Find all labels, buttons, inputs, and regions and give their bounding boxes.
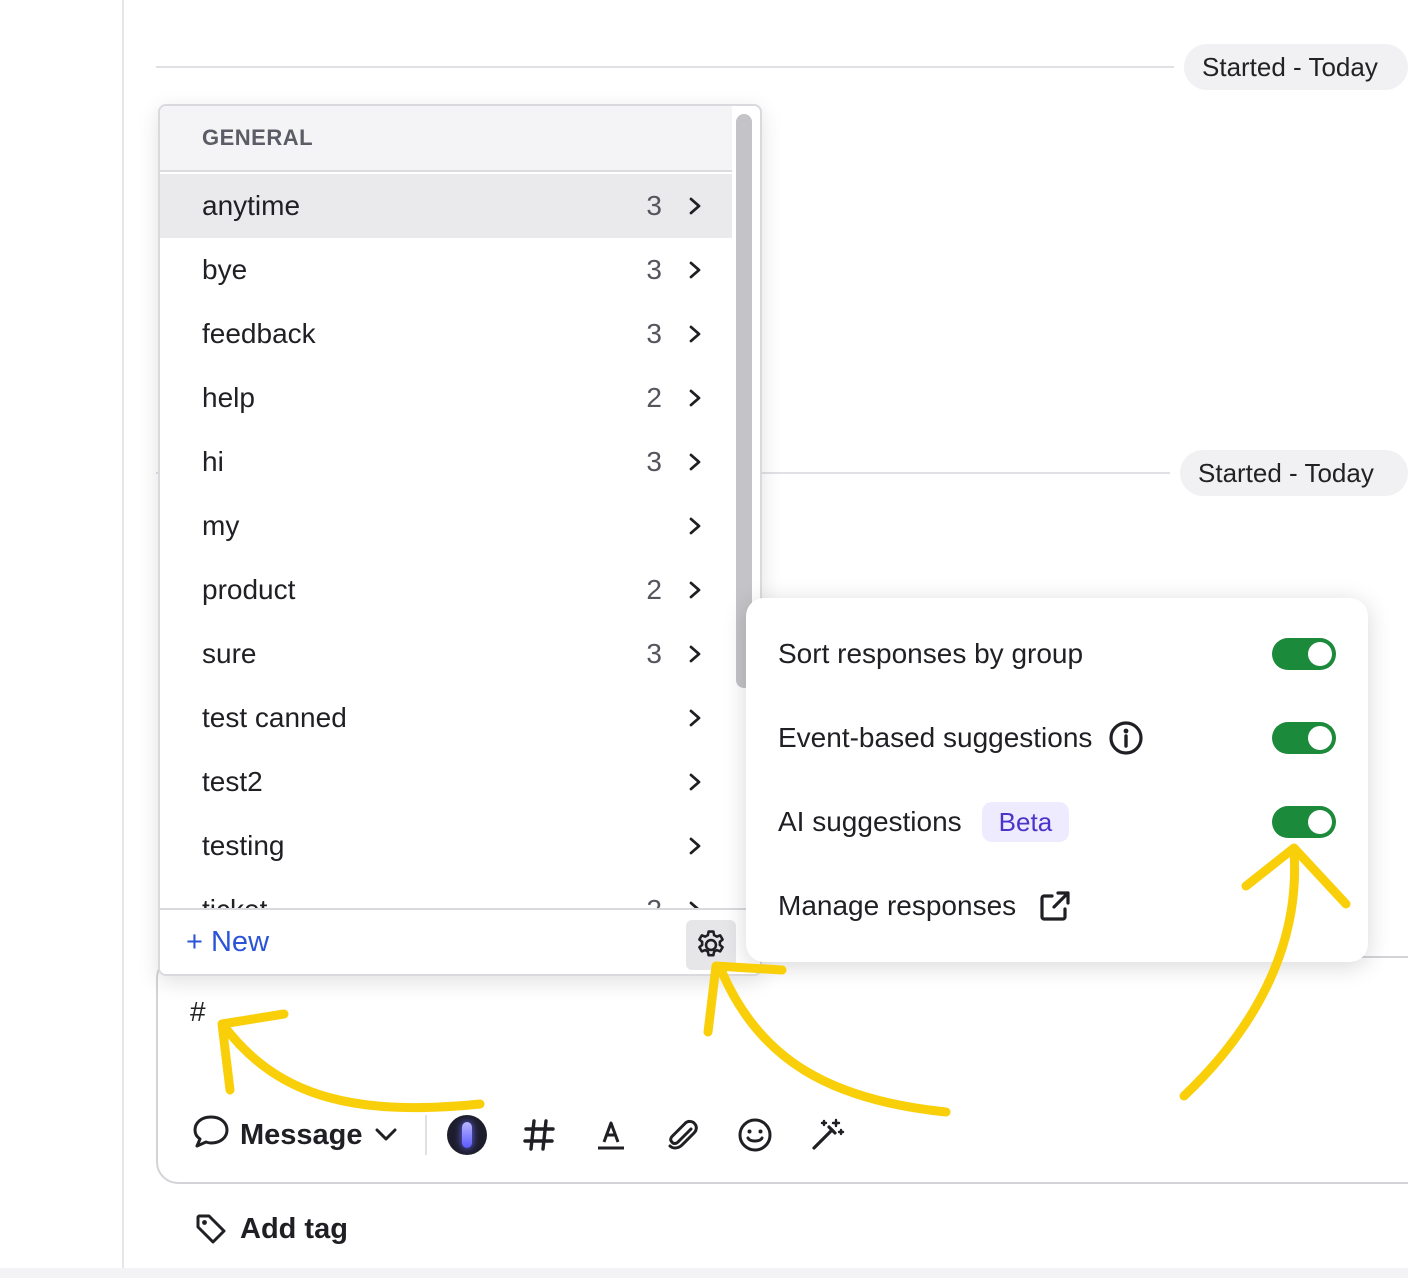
canned-response-label: anytime [202,190,301,221]
section-header-general: GENERAL [160,106,732,172]
event-based-suggestions-toggle[interactable] [1272,722,1336,754]
setting-label: Manage responses [778,890,1017,921]
canned-response-list: anytime 3 bye 3 feedback 3 help 2 hi 3 my product 2 s… [160,174,732,908]
new-response-button[interactable]: + New [186,926,269,959]
canned-response-item-sure[interactable]: sure 3 [160,622,732,686]
chevron-down-icon [373,1119,399,1152]
setting-sort-by-group: Sort responses by group [778,629,1083,679]
chevron-right-icon [689,261,701,279]
canned-response-item-help[interactable]: help 2 [160,366,732,430]
canned-response-label: help [202,382,255,413]
emoji-icon [738,1118,772,1152]
chevron-right-icon [689,901,699,908]
composer-toolbar: Message [192,1110,877,1160]
canned-response-item-anytime[interactable]: anytime 3 [160,174,732,238]
canned-response-item-hi[interactable]: hi 3 [160,430,732,494]
gear-icon [698,930,724,957]
canned-response-item-bye[interactable]: bye 3 [160,238,732,302]
canned-response-item-test2[interactable]: test2 [160,750,732,814]
canned-responses-dropdown: GENERAL anytime 3 bye 3 feedback 3 help 2 hi 3 my p… [158,104,762,976]
started-badge: Started - Today [1184,44,1408,90]
add-tag-label: Add tag [240,1212,348,1245]
response-settings-button[interactable] [686,920,736,970]
setting-event-based-suggestions: Event-based suggestions [778,713,1144,763]
canned-response-label: ticket [202,894,267,908]
canned-response-item-my[interactable]: my [160,494,732,558]
emoji-button[interactable] [733,1113,777,1157]
left-rail [0,0,124,1278]
canned-response-item-product[interactable]: product 2 [160,558,732,622]
canned-response-count: 3 [646,254,662,285]
response-settings-popover: Sort responses by group Event-based sugg… [746,598,1368,962]
canned-response-count: 3 [646,318,662,349]
tag-icon [196,1214,226,1244]
canned-response-count: 3 [646,638,662,669]
ai-assistant-button[interactable] [445,1113,489,1157]
canned-response-label: testing [202,830,285,861]
chevron-right-icon [689,197,701,215]
canned-response-label: hi [202,446,224,477]
canned-response-label: test canned [202,702,347,733]
canned-responses-button[interactable] [517,1113,561,1157]
chevron-right-icon [689,645,701,663]
add-tag-button[interactable]: Add tag [194,1212,348,1246]
canned-response-item-testing[interactable]: testing [160,814,732,878]
attach-file-button[interactable] [661,1113,705,1157]
text-format-button[interactable] [589,1113,633,1157]
chevron-right-icon [689,709,701,727]
canned-response-count: 3 [646,446,662,477]
canned-response-label: test2 [202,766,263,797]
started-badge: Started - Today [1180,450,1408,496]
chevron-right-icon [689,389,701,407]
scrollbar-thumb[interactable] [736,114,752,688]
chevron-right-icon [689,325,701,343]
external-link-icon [1038,889,1072,923]
canned-response-label: feedback [202,318,316,349]
canned-response-label: bye [202,254,248,285]
setting-label: Event-based suggestions [778,722,1093,753]
sort-by-group-toggle[interactable] [1272,638,1336,670]
paperclip-icon [668,1119,698,1150]
text-format-icon [597,1121,624,1150]
chevron-right-icon [689,773,701,791]
canned-response-item-ticket[interactable]: ticket 2 [160,878,732,908]
magic-wand-icon [811,1118,844,1150]
canned-response-count: 3 [646,190,662,221]
canned-response-count: 2 [646,382,662,413]
canned-response-label: my [202,510,240,541]
message-type-label: Message [240,1118,363,1151]
ai-suggestions-toggle[interactable] [1272,806,1336,838]
bottom-strip [0,1268,1408,1278]
chevron-right-icon [689,453,701,471]
canned-response-count: 2 [646,894,662,908]
chevron-right-icon [689,517,701,535]
timeline-divider [156,66,1174,68]
message-type-selector[interactable]: Message [192,1113,399,1157]
chevron-right-icon [689,581,701,599]
canned-response-count: 2 [646,574,662,605]
composer-input-text[interactable]: # [190,996,206,1028]
magic-compose-button[interactable] [805,1113,849,1157]
chevron-right-icon [689,837,701,855]
dropdown-footer: + New [160,908,760,974]
manage-responses-link[interactable]: Manage responses [778,881,1072,931]
ai-assistant-icon [446,1115,487,1155]
hash-icon [522,1119,555,1151]
setting-ai-suggestions: AI suggestions Beta [778,797,1070,847]
info-icon[interactable] [1108,720,1144,756]
toolbar-separator [424,1115,427,1155]
canned-response-item-feedback[interactable]: feedback 3 [160,302,732,366]
setting-label: AI suggestions [778,806,962,837]
canned-response-label: product [202,574,296,605]
beta-badge: Beta [981,802,1070,842]
canned-response-item-test-canned[interactable]: test canned [160,686,732,750]
speech-bubble-icon [192,1113,230,1157]
setting-label: Sort responses by group [778,638,1084,669]
canned-response-label: sure [202,638,257,669]
